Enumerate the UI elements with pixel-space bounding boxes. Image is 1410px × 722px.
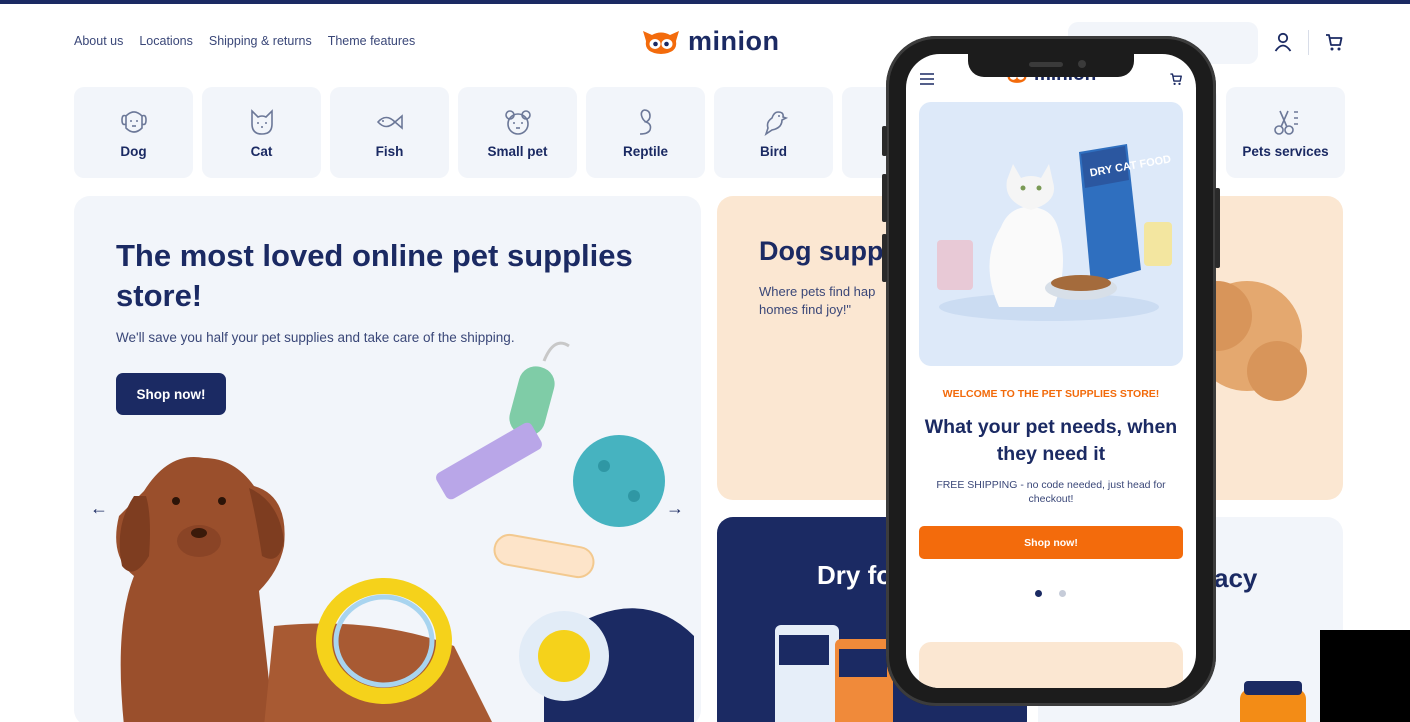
phone-power-button [1215, 188, 1220, 268]
cart-icon[interactable] [1322, 30, 1346, 54]
mobile-cart-icon[interactable] [1169, 72, 1183, 86]
corner-overlay [1320, 630, 1410, 722]
user-icon[interactable] [1271, 30, 1295, 54]
pets-services-icon [1273, 110, 1298, 135]
category-fish[interactable]: Fish [330, 87, 449, 178]
category-reptile[interactable]: Reptile [586, 87, 705, 178]
nav-locations[interactable]: Locations [139, 34, 193, 48]
reptile-icon [639, 109, 651, 135]
site-logo[interactable]: minion [640, 26, 780, 57]
hero-banner: The most loved online pet supplies store… [74, 196, 701, 722]
phone-camera [1078, 60, 1086, 68]
category-label: Pets services [1242, 144, 1329, 159]
category-label: Reptile [622, 144, 668, 159]
dog-icon [120, 111, 147, 133]
phone-volume-down-button [882, 234, 887, 282]
category-cat[interactable]: Cat [202, 87, 321, 178]
category-small-pet[interactable]: Small pet [458, 87, 577, 178]
mobile-shop-now-button[interactable]: Shop now! [919, 526, 1183, 559]
bird-icon [764, 111, 788, 136]
phone-mockup: minion DRY CAT FOOD [882, 36, 1220, 706]
minion-logo-icon [643, 30, 679, 54]
mobile-hero-image: DRY CAT FOOD [919, 102, 1183, 366]
category-label: Dog [120, 144, 147, 159]
category-label: Fish [375, 144, 404, 159]
category-label: Small pet [487, 144, 548, 159]
top-accent-bar [0, 0, 1410, 4]
cat-icon [250, 109, 273, 135]
category-pets-services[interactable]: Pets services [1226, 87, 1345, 178]
mobile-title: What your pet needs, when they need it [924, 416, 1178, 465]
category-label: Cat [250, 144, 273, 159]
phone-volume-up-button [882, 174, 887, 222]
small-pet-icon [504, 110, 531, 135]
hero-prev-arrow[interactable]: ← [85, 494, 113, 522]
category-dog[interactable]: Dog [74, 87, 193, 178]
phone-speaker [1029, 62, 1063, 67]
cat-food-illustration: DRY CAT FOOD [937, 144, 1172, 321]
mobile-welcome-text: WELCOME TO THE PET SUPPLIES STORE! [942, 388, 1160, 400]
nav-theme-features[interactable]: Theme features [328, 34, 416, 48]
phone-mute-button [882, 126, 887, 156]
phone-screen: minion DRY CAT FOOD [906, 54, 1196, 688]
menu-icon[interactable] [919, 72, 935, 86]
phone-notch [968, 53, 1134, 77]
hero-next-arrow[interactable]: → [661, 494, 689, 522]
nav-shipping-returns[interactable]: Shipping & returns [209, 34, 312, 48]
nav-about-us[interactable]: About us [74, 34, 123, 48]
header-nav: About us Locations Shipping & returns Th… [74, 34, 415, 48]
mobile-shipping-text: FREE SHIPPING - no code needed, just hea… [936, 479, 1166, 505]
category-label: Bird [760, 144, 787, 159]
carousel-dot-active[interactable] [1035, 590, 1042, 597]
carousel-dot[interactable] [1059, 590, 1066, 597]
category-bird[interactable]: Bird [714, 87, 833, 178]
mobile-next-card-peek [919, 642, 1183, 688]
hero-product-illustration [116, 341, 694, 722]
fish-icon [376, 114, 403, 130]
logo-wordmark: minion [688, 26, 780, 56]
header-divider [1308, 30, 1309, 55]
